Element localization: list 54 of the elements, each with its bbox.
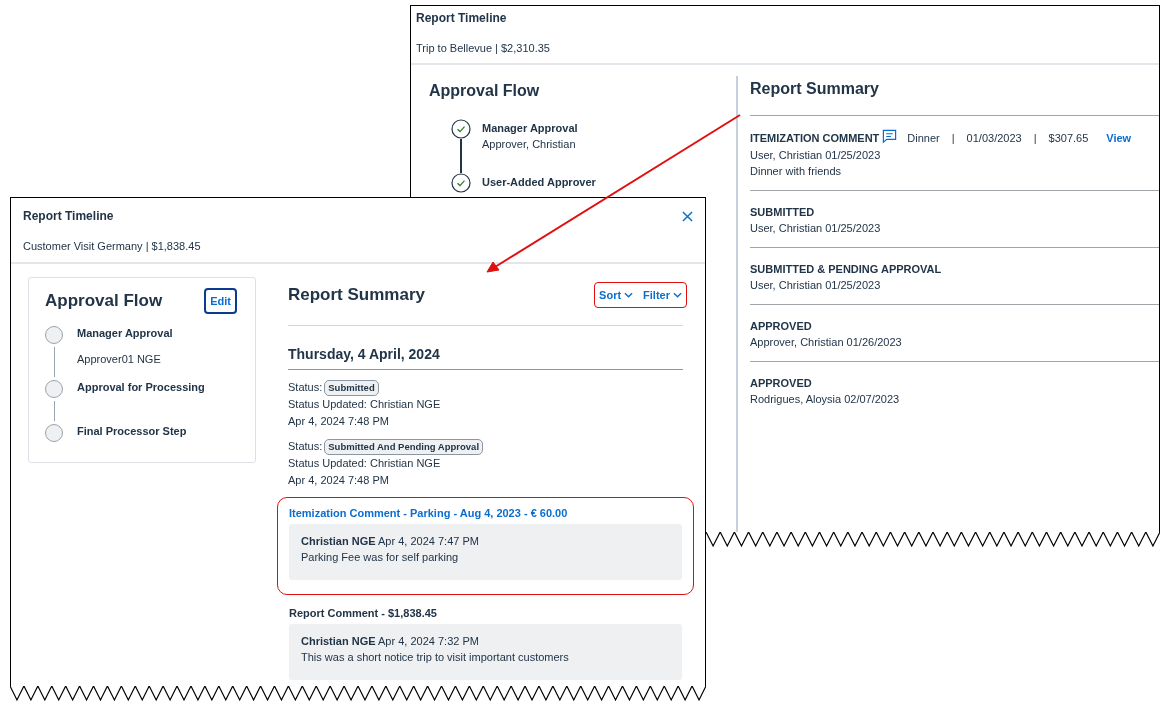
- comment-link[interactable]: Itemization Comment - Parking - Aug 4, 2023 - € 60.00: [289, 507, 682, 519]
- chevron-down-icon: [673, 292, 682, 298]
- sort-button[interactable]: Sort: [599, 289, 634, 301]
- status-text: Apr 4, 2024 7:48 PM: [288, 473, 390, 488]
- edit-button[interactable]: Edit: [204, 288, 237, 314]
- entry-text: User, Christian 01/25/2023: [750, 148, 882, 163]
- step-name: Final Processor Step: [77, 425, 187, 437]
- comment-byline: Christian NGE Apr 4, 2024 7:47 PM: [301, 534, 480, 549]
- close-icon[interactable]: [682, 210, 693, 222]
- entry-title: APPROVED: [750, 376, 812, 391]
- status-text: Status Updated: Christian NGE: [288, 397, 442, 412]
- step-name: Manager Approval: [482, 121, 578, 136]
- entry-text: Dinner with friends: [750, 164, 843, 179]
- approver-name: Approver01 NGE: [77, 353, 162, 365]
- status-text: Apr 4, 2024 7:48 PM: [288, 414, 390, 429]
- entry-text: Rodrigues, Aloysia 02/07/2023: [750, 392, 901, 407]
- status-label: Status:: [288, 439, 323, 454]
- comment-byline: Christian NGE Apr 4, 2024 7:32 PM: [301, 634, 480, 649]
- section-heading: Approval Flow: [429, 81, 541, 101]
- approver-name: Approver, Christian: [482, 137, 577, 152]
- window-title: Report Timeline: [416, 11, 508, 25]
- entry-text: User, Christian 01/25/2023: [750, 278, 882, 293]
- comment-title: Report Comment - $1,838.45: [289, 607, 438, 619]
- chevron-down-icon: [624, 292, 634, 298]
- report-name: Trip to Bellevue | $2,310.35: [416, 42, 551, 54]
- step-name: Manager Approval: [77, 327, 173, 339]
- entry-title: ITEMIZATION COMMENT: [750, 131, 880, 146]
- comment-text: Parking Fee was for self parking: [301, 550, 460, 565]
- entry-text: User, Christian 01/25/2023: [750, 221, 882, 236]
- step-name: User-Added Approver: [482, 175, 596, 190]
- entry-title: SUBMITTED: [750, 205, 815, 220]
- status-text: Status Updated: Christian NGE: [288, 456, 442, 471]
- entry-detail: $307.65: [1048, 131, 1089, 146]
- filter-button[interactable]: Filter: [643, 289, 682, 301]
- status-badge: Submitted: [324, 379, 379, 396]
- status-badge: Submitted And Pending Approval: [324, 438, 484, 455]
- window-title: Report Timeline: [23, 209, 114, 223]
- entry-detail: Dinner: [907, 131, 940, 146]
- step-name: Approval for Processing: [77, 381, 205, 393]
- comment-icon: [882, 129, 898, 144]
- entry-text: Approver, Christian 01/26/2023: [750, 335, 903, 350]
- entry-detail: |: [1033, 131, 1037, 146]
- entry-detail: 01/03/2023: [966, 131, 1022, 146]
- view-link[interactable]: View: [1106, 130, 1132, 146]
- entry-title: APPROVED: [750, 319, 812, 334]
- section-heading: Report Summary: [288, 285, 425, 305]
- status-label: Status:: [288, 380, 323, 395]
- section-heading: Report Summary: [750, 76, 1159, 116]
- report-name: Customer Visit Germany | $1,838.45: [23, 240, 202, 252]
- comment-text: This was a short notice trip to visit important customers: [301, 650, 570, 665]
- entry-detail: |: [951, 131, 955, 146]
- entry-title: SUBMITTED & PENDING APPROVAL: [750, 262, 942, 277]
- date-heading: Thursday, 4 April, 2024: [288, 326, 683, 370]
- section-heading: Approval Flow: [45, 291, 163, 311]
